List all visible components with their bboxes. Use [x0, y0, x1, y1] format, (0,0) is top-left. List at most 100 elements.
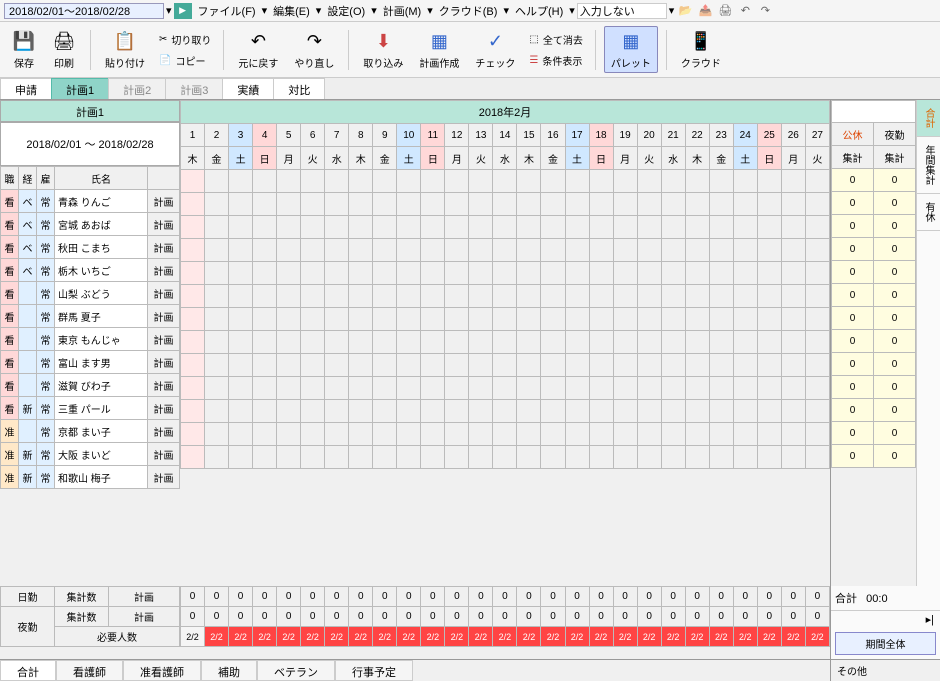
schedule-cell[interactable] [805, 170, 829, 193]
schedule-cell[interactable] [421, 446, 445, 469]
schedule-cell[interactable] [397, 377, 421, 400]
schedule-cell[interactable] [709, 354, 733, 377]
schedule-cell[interactable] [781, 308, 805, 331]
schedule-cell[interactable] [493, 216, 517, 239]
schedule-cell[interactable] [421, 400, 445, 423]
schedule-cell[interactable] [397, 331, 421, 354]
schedule-cell[interactable] [181, 262, 205, 285]
schedule-cell[interactable] [277, 216, 301, 239]
schedule-cell[interactable] [349, 285, 373, 308]
schedule-cell[interactable] [445, 377, 469, 400]
name-cell[interactable]: 三重 パール [55, 397, 148, 420]
schedule-cell[interactable] [421, 377, 445, 400]
schedule-cell[interactable] [541, 446, 565, 469]
side-nenkan[interactable]: 年間集計 [917, 137, 940, 194]
schedule-cell[interactable] [349, 423, 373, 446]
schedule-cell[interactable] [661, 193, 685, 216]
schedule-cell[interactable] [349, 377, 373, 400]
schedule-cell[interactable] [757, 331, 781, 354]
schedule-cell[interactable] [421, 331, 445, 354]
schedule-cell[interactable] [397, 400, 421, 423]
schedule-cell[interactable] [301, 331, 325, 354]
schedule-cell[interactable] [637, 239, 661, 262]
schedule-cell[interactable] [445, 308, 469, 331]
schedule-cell[interactable] [541, 423, 565, 446]
schedule-cell[interactable] [589, 308, 613, 331]
schedule-cell[interactable] [565, 308, 589, 331]
schedule-cell[interactable] [685, 193, 709, 216]
schedule-cell[interactable] [301, 193, 325, 216]
check-button[interactable]: ✓チェック [469, 27, 521, 72]
schedule-cell[interactable] [661, 377, 685, 400]
schedule-cell[interactable] [781, 262, 805, 285]
schedule-cell[interactable] [565, 400, 589, 423]
schedule-cell[interactable] [661, 308, 685, 331]
schedule-cell[interactable] [613, 308, 637, 331]
name-cell[interactable]: 東京 もんじゃ [55, 328, 148, 351]
schedule-cell[interactable] [781, 239, 805, 262]
schedule-cell[interactable] [661, 239, 685, 262]
schedule-cell[interactable] [445, 331, 469, 354]
schedule-cell[interactable] [373, 331, 397, 354]
schedule-cell[interactable] [709, 308, 733, 331]
schedule-cell[interactable] [781, 354, 805, 377]
schedule-cell[interactable] [517, 285, 541, 308]
name-cell[interactable]: 山梨 ぶどう [55, 282, 148, 305]
schedule-cell[interactable] [325, 331, 349, 354]
schedule-cell[interactable] [781, 331, 805, 354]
schedule-cell[interactable] [277, 285, 301, 308]
schedule-cell[interactable] [469, 354, 493, 377]
schedule-cell[interactable] [757, 216, 781, 239]
schedule-cell[interactable] [445, 262, 469, 285]
schedule-cell[interactable] [709, 216, 733, 239]
schedule-cell[interactable] [397, 216, 421, 239]
btab-assist[interactable]: 補助 [201, 660, 257, 681]
schedule-cell[interactable] [685, 170, 709, 193]
schedule-cell[interactable] [253, 239, 277, 262]
schedule-cell[interactable] [637, 262, 661, 285]
name-cell[interactable]: 滋賀 びわ子 [55, 374, 148, 397]
schedule-cell[interactable] [469, 285, 493, 308]
schedule-cell[interactable] [685, 331, 709, 354]
schedule-cell[interactable] [421, 308, 445, 331]
schedule-cell[interactable] [397, 285, 421, 308]
schedule-cell[interactable] [373, 446, 397, 469]
other-label[interactable]: その他 [830, 659, 940, 681]
schedule-cell[interactable] [373, 354, 397, 377]
schedule-cell[interactable] [325, 239, 349, 262]
input-mode-combo[interactable] [577, 3, 667, 19]
schedule-cell[interactable] [229, 216, 253, 239]
schedule-cell[interactable] [181, 193, 205, 216]
schedule-cell[interactable] [445, 446, 469, 469]
schedule-cell[interactable] [565, 216, 589, 239]
schedule-cell[interactable] [277, 170, 301, 193]
schedule-cell[interactable] [709, 446, 733, 469]
schedule-cell[interactable] [421, 170, 445, 193]
schedule-cell[interactable] [685, 400, 709, 423]
schedule-cell[interactable] [541, 239, 565, 262]
schedule-cell[interactable] [325, 308, 349, 331]
schedule-cell[interactable] [493, 354, 517, 377]
schedule-cell[interactable] [421, 285, 445, 308]
tab-compare[interactable]: 対比 [273, 78, 325, 99]
schedule-cell[interactable] [493, 423, 517, 446]
schedule-cell[interactable] [541, 377, 565, 400]
schedule-cell[interactable] [661, 216, 685, 239]
copy-button[interactable]: 📄コピー [155, 51, 215, 70]
schedule-cell[interactable] [805, 377, 829, 400]
schedule-cell[interactable] [613, 239, 637, 262]
schedule-cell[interactable] [805, 239, 829, 262]
schedule-cell[interactable] [757, 308, 781, 331]
schedule-cell[interactable] [685, 377, 709, 400]
schedule-cell[interactable] [205, 262, 229, 285]
schedule-cell[interactable] [421, 262, 445, 285]
schedule-cell[interactable] [661, 400, 685, 423]
btab-veteran[interactable]: ベテラン [257, 660, 335, 681]
go-button[interactable]: ▶ [174, 3, 192, 19]
schedule-cell[interactable] [205, 423, 229, 446]
schedule-cell[interactable] [325, 285, 349, 308]
redo-icon[interactable]: ↷ [756, 3, 774, 19]
cloud-button[interactable]: 📱クラウド [675, 27, 727, 72]
schedule-cell[interactable] [349, 308, 373, 331]
schedule-cell[interactable] [613, 377, 637, 400]
